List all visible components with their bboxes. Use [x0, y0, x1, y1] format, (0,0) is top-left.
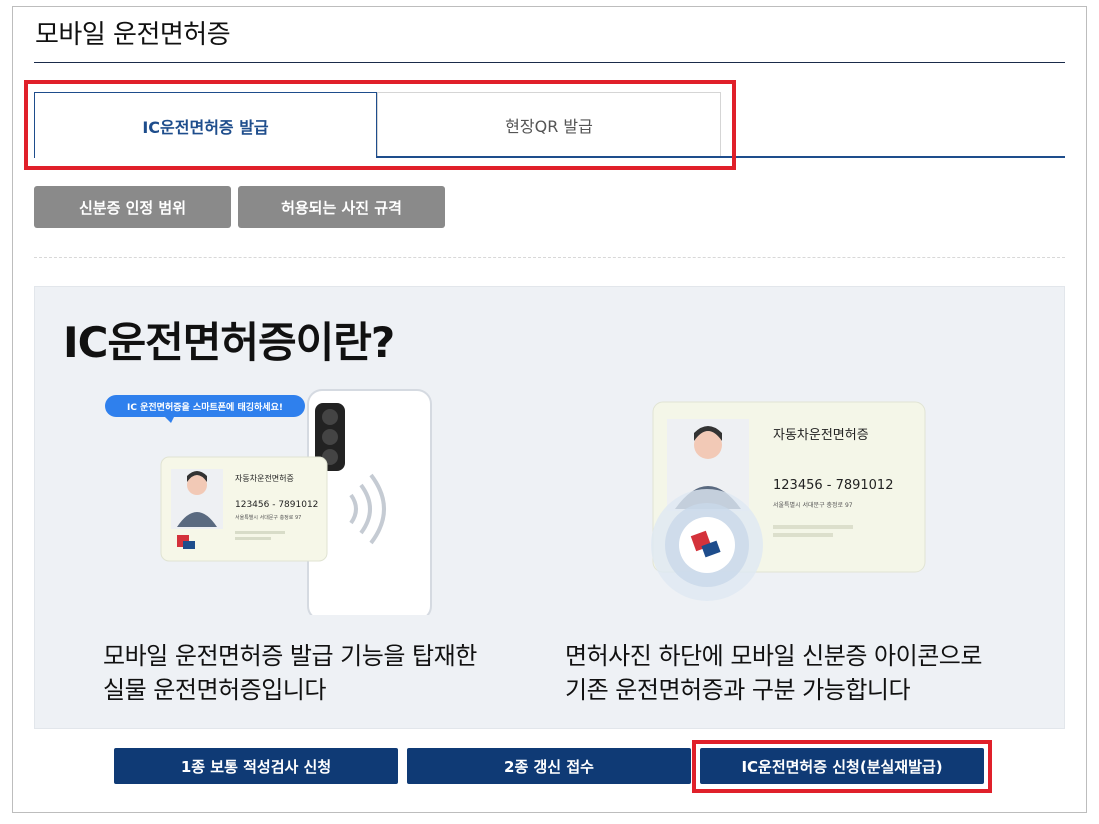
tab-bar: IC운전면허증 발급 현장QR 발급: [34, 92, 1065, 158]
left-description-line2: 실물 운전면허증입니다: [103, 676, 326, 704]
card-tagging-illustration: 자동차운전면허증 123456 - 7891012 서울특별시 서대문구 충정로…: [105, 389, 432, 615]
tab-ic-license-issue[interactable]: IC운전면허증 발급: [34, 92, 377, 158]
page-title: 모바일 운전면허증: [35, 20, 231, 50]
card-icon-illustration: 자동차운전면허증 123456 - 7891012 서울특별시 서대문구 충정로…: [651, 401, 926, 601]
left-card-address: 서울특별시 서대문구 충정로 97: [235, 514, 301, 521]
left-card-number: 123456 - 7891012: [235, 500, 318, 510]
ic-license-reissue-button[interactable]: IC운전면허증 신청(분실재발급): [700, 748, 984, 784]
class2-renewal-button[interactable]: 2종 갱신 접수: [407, 748, 691, 784]
right-card-title: 자동차운전면허증: [773, 428, 869, 443]
title-divider: [34, 62, 1065, 63]
left-description-line1: 모바일 운전면허증 발급 기능을 탑재한: [103, 642, 477, 670]
right-description-line2: 기존 운전면허증과 구분 가능합니다: [565, 676, 911, 704]
tab-baseline: [376, 156, 1065, 158]
right-description: 면허사진 하단에 모바일 신분증 아이콘으로 기존 운전면허증과 구분 가능합니…: [565, 639, 1045, 707]
tab-onsite-qr-issue[interactable]: 현장QR 발급: [377, 92, 721, 156]
ic-license-info-panel: IC운전면허증이란? 자동차운전면허증 123456 - 7891012 서울특…: [34, 286, 1065, 729]
left-description: 모바일 운전면허증 발급 기능을 탑재한 실물 운전면허증입니다: [103, 639, 523, 707]
left-card-title: 자동차운전면허증: [235, 473, 294, 483]
section-divider: [34, 257, 1065, 258]
tagging-bubble-text: IC 운전면허증을 스마트폰에 태깅하세요!: [127, 401, 283, 413]
right-card-address: 서울특별시 서대문구 충정로 97: [773, 501, 853, 509]
right-card-number: 123456 - 7891012: [773, 478, 893, 493]
class1-aptitude-test-button[interactable]: 1종 보통 적성검사 신청: [114, 748, 398, 784]
photo-spec-button[interactable]: 허용되는 사진 규격: [238, 186, 445, 228]
id-scope-button[interactable]: 신분증 인정 범위: [34, 186, 231, 228]
right-description-line1: 면허사진 하단에 모바일 신분증 아이콘으로: [565, 642, 982, 670]
info-heading: IC운전면허증이란?: [63, 318, 395, 367]
